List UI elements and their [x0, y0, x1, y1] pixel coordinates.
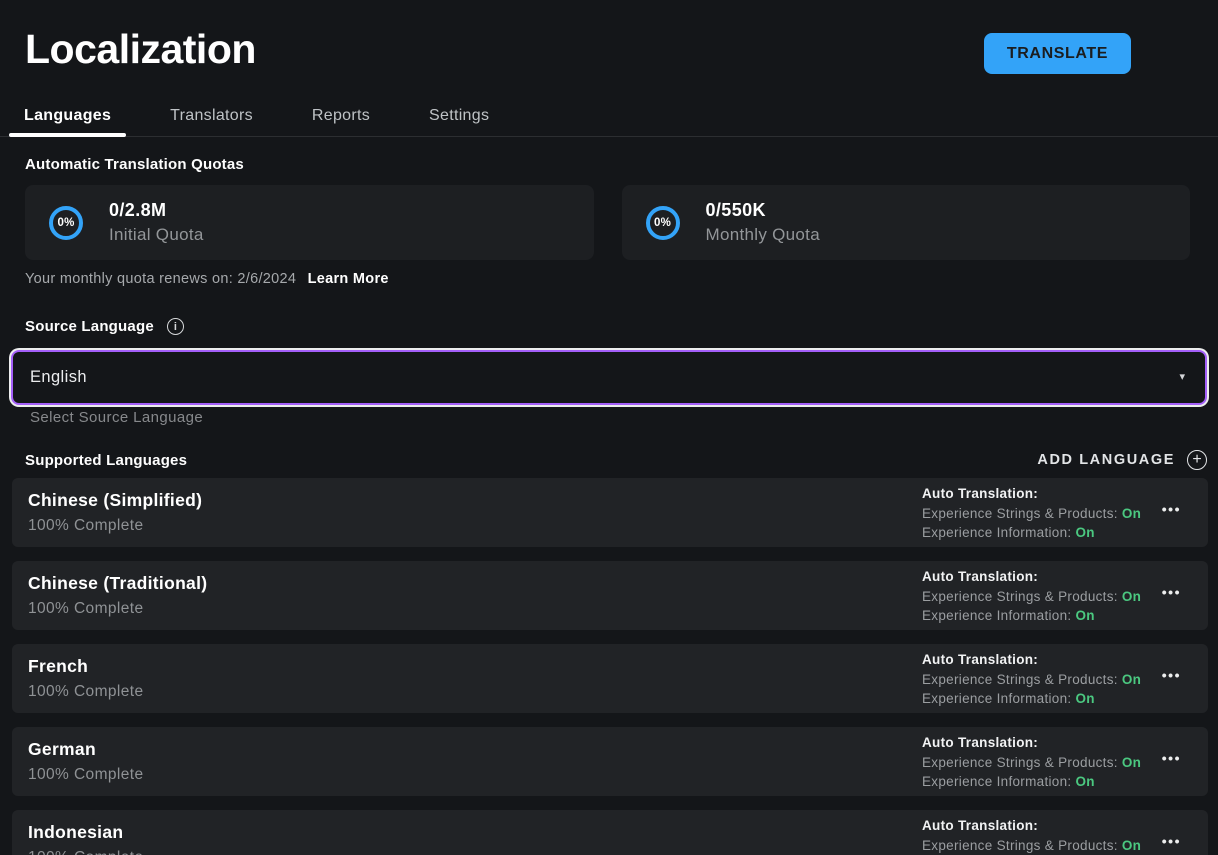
quota-label: Monthly Quota — [706, 225, 820, 245]
auto-translation-label: Auto Translation: — [922, 733, 1141, 753]
auto-translation-label: Auto Translation: — [922, 816, 1141, 836]
strings-value: On — [1122, 838, 1141, 853]
initial-quota-card: 0% 0/2.8M Initial Quota — [25, 185, 594, 260]
tab-languages[interactable]: Languages — [9, 95, 126, 136]
row-menu-button[interactable]: ••• — [1162, 668, 1181, 682]
language-name: French — [28, 656, 88, 677]
select-helper-text: Select Source Language — [30, 409, 203, 426]
auto-translation-block: Auto Translation: Experience Strings & P… — [922, 567, 1141, 626]
language-row: Chinese (Traditional) 100% Complete Auto… — [12, 561, 1208, 630]
language-progress: 100% Complete — [28, 683, 144, 701]
source-language-select[interactable]: English ▾ — [11, 350, 1207, 405]
info-value: On — [1075, 608, 1094, 623]
strings-label: Experience Strings & Products: — [922, 589, 1118, 604]
progress-ring-icon: 0% — [49, 206, 83, 240]
tab-label: Languages — [24, 107, 111, 125]
language-name: Chinese (Simplified) — [28, 490, 202, 511]
language-name: Indonesian — [28, 822, 123, 843]
info-value: On — [1075, 774, 1094, 789]
row-menu-button[interactable]: ••• — [1162, 585, 1181, 599]
quota-value: 0/550K — [706, 200, 820, 221]
auto-translation-block: Auto Translation: Experience Strings & P… — [922, 733, 1141, 792]
language-name: Chinese (Traditional) — [28, 573, 207, 594]
language-progress: 100% Complete — [28, 517, 144, 535]
strings-label: Experience Strings & Products: — [922, 838, 1118, 853]
row-menu-button[interactable]: ••• — [1162, 751, 1181, 765]
tab-label: Settings — [429, 107, 489, 125]
language-row: Chinese (Simplified) 100% Complete Auto … — [12, 478, 1208, 547]
quota-label: Initial Quota — [109, 225, 204, 245]
strings-value: On — [1122, 589, 1141, 604]
quota-percent: 0% — [654, 217, 671, 229]
language-row: Indonesian 100% Complete Auto Translatio… — [12, 810, 1208, 855]
row-menu-button[interactable]: ••• — [1162, 502, 1181, 516]
supported-languages-header: Supported Languages ADD LANGUAGE + — [25, 448, 1207, 472]
info-value: On — [1075, 525, 1094, 540]
language-name: German — [28, 739, 96, 760]
quota-section-title: Automatic Translation Quotas — [25, 156, 244, 173]
language-row: German 100% Complete Auto Translation: E… — [12, 727, 1208, 796]
strings-value: On — [1122, 506, 1141, 521]
add-language-label: ADD LANGUAGE — [1037, 452, 1175, 468]
info-icon[interactable]: i — [167, 318, 184, 335]
tab-translators[interactable]: Translators — [155, 95, 268, 136]
auto-translation-block: Auto Translation: Experience Strings & P… — [922, 484, 1141, 543]
language-row: French 100% Complete Auto Translation: E… — [12, 644, 1208, 713]
quota-percent: 0% — [57, 217, 74, 229]
auto-translation-label: Auto Translation: — [922, 484, 1141, 504]
quota-value: 0/2.8M — [109, 200, 204, 221]
auto-translation-label: Auto Translation: — [922, 650, 1141, 670]
auto-translation-label: Auto Translation: — [922, 567, 1141, 587]
info-label: Experience Information: — [922, 525, 1071, 540]
supported-languages-title: Supported Languages — [25, 452, 187, 469]
info-value: On — [1075, 691, 1094, 706]
localization-page: Localization TRANSLATE Languages Transla… — [0, 0, 1218, 855]
info-label: Experience Information: — [922, 691, 1071, 706]
source-language-label-row: Source Language i — [25, 318, 184, 335]
strings-label: Experience Strings & Products: — [922, 672, 1118, 687]
language-progress: 100% Complete — [28, 849, 144, 855]
tab-label: Translators — [170, 107, 253, 125]
language-list: Chinese (Simplified) 100% Complete Auto … — [12, 478, 1208, 855]
strings-label: Experience Strings & Products: — [922, 506, 1118, 521]
quota-renewal-row: Your monthly quota renews on: 2/6/2024 L… — [25, 271, 389, 287]
quota-cards: 0% 0/2.8M Initial Quota 0% 0/550K Monthl… — [25, 185, 1190, 260]
page-title: Localization — [25, 26, 256, 73]
auto-translation-block: Auto Translation: Experience Strings & P… — [922, 816, 1141, 855]
add-language-button[interactable]: ADD LANGUAGE + — [1037, 450, 1207, 470]
tab-bar: Languages Translators Reports Settings — [0, 95, 1218, 137]
strings-label: Experience Strings & Products: — [922, 755, 1118, 770]
auto-translation-block: Auto Translation: Experience Strings & P… — [922, 650, 1141, 709]
translate-button[interactable]: TRANSLATE — [984, 33, 1131, 74]
renewal-text: Your monthly quota renews on: 2/6/2024 — [25, 271, 296, 287]
plus-circle-icon: + — [1187, 450, 1207, 470]
strings-value: On — [1122, 755, 1141, 770]
row-menu-button[interactable]: ••• — [1162, 834, 1181, 848]
tab-settings[interactable]: Settings — [414, 95, 504, 136]
tab-label: Reports — [312, 107, 370, 125]
info-label: Experience Information: — [922, 774, 1071, 789]
source-language-label: Source Language — [25, 318, 154, 335]
language-progress: 100% Complete — [28, 600, 144, 618]
progress-ring-icon: 0% — [646, 206, 680, 240]
language-progress: 100% Complete — [28, 766, 144, 784]
monthly-quota-card: 0% 0/550K Monthly Quota — [622, 185, 1191, 260]
chevron-down-icon: ▾ — [1179, 372, 1185, 383]
learn-more-link[interactable]: Learn More — [308, 271, 389, 287]
selected-language-value: English — [30, 368, 87, 387]
strings-value: On — [1122, 672, 1141, 687]
info-label: Experience Information: — [922, 608, 1071, 623]
tab-reports[interactable]: Reports — [297, 95, 385, 136]
